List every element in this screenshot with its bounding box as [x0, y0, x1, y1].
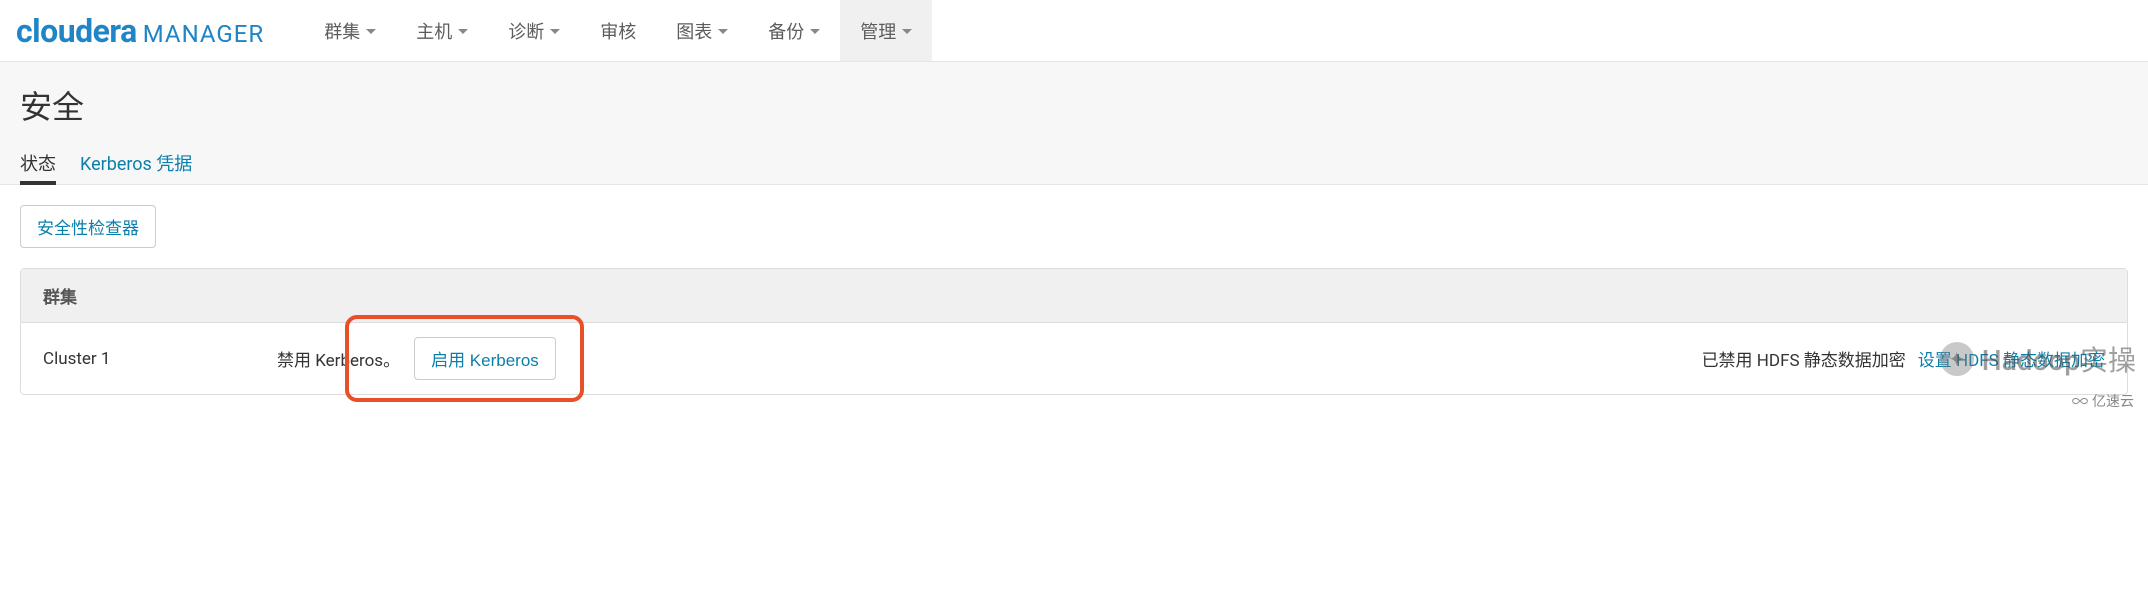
- chevron-down-icon: [366, 29, 376, 34]
- panel-header: 群集: [21, 269, 2127, 323]
- setup-hdfs-encryption-link[interactable]: 设置 HDFS 静态数据加密: [1918, 346, 2105, 371]
- chevron-down-icon: [550, 29, 560, 34]
- nav-item-label: 管理: [860, 18, 896, 44]
- chevron-down-icon: [902, 29, 912, 34]
- page-header: 安全 状态 Kerberos 凭据: [0, 62, 2148, 185]
- enable-kerberos-button[interactable]: 启用 Kerberos: [414, 337, 556, 380]
- nav-item-4[interactable]: 图表: [656, 0, 748, 61]
- nav-item-label: 主机: [416, 18, 452, 44]
- footer-watermark-text: 亿速云: [2092, 391, 2134, 411]
- tab-1[interactable]: Kerberos 凭据: [80, 150, 192, 184]
- nav-item-5[interactable]: 备份: [748, 0, 840, 61]
- infinity-icon: [2072, 396, 2088, 406]
- nav-item-6[interactable]: 管理: [840, 0, 932, 61]
- nav-item-1[interactable]: 主机: [396, 0, 488, 61]
- page-title: 安全: [20, 82, 2128, 128]
- chevron-down-icon: [458, 29, 468, 34]
- cluster-panel: 群集 Cluster 1 禁用 Kerberos。 启用 Kerberos 已禁…: [20, 268, 2128, 395]
- cluster-row: Cluster 1 禁用 Kerberos。 启用 Kerberos 已禁用 H…: [21, 323, 2127, 394]
- tab-0[interactable]: 状态: [20, 150, 56, 184]
- top-nav: cloudera MANAGER 群集 主机 诊断 审核 图表 备份 管理: [0, 0, 2148, 62]
- footer-watermark: 亿速云: [2072, 391, 2134, 411]
- logo[interactable]: cloudera MANAGER: [16, 12, 264, 50]
- nav-item-3[interactable]: 审核: [580, 0, 656, 61]
- logo-brand: cloudera: [16, 12, 137, 50]
- content: 安全性检查器 群集 Cluster 1 禁用 Kerberos。 启用 Kerb…: [0, 185, 2148, 415]
- nav-item-label: 诊断: [508, 18, 544, 44]
- security-checker-button[interactable]: 安全性检查器: [20, 205, 156, 248]
- hdfs-encryption-status: 已禁用 HDFS 静态数据加密: [1702, 346, 1906, 371]
- nav-item-0[interactable]: 群集: [304, 0, 396, 61]
- tabs: 状态 Kerberos 凭据: [20, 150, 2128, 184]
- nav-item-label: 备份: [768, 18, 804, 44]
- cluster-name: Cluster 1: [43, 349, 263, 369]
- logo-product: MANAGER: [143, 20, 264, 48]
- kerberos-status: 禁用 Kerberos。: [277, 346, 400, 371]
- chevron-down-icon: [718, 29, 728, 34]
- nav-item-label: 图表: [676, 18, 712, 44]
- nav-item-label: 审核: [600, 18, 636, 44]
- nav-item-2[interactable]: 诊断: [488, 0, 580, 61]
- nav-items: 群集 主机 诊断 审核 图表 备份 管理: [304, 0, 932, 61]
- nav-item-label: 群集: [324, 18, 360, 44]
- chevron-down-icon: [810, 29, 820, 34]
